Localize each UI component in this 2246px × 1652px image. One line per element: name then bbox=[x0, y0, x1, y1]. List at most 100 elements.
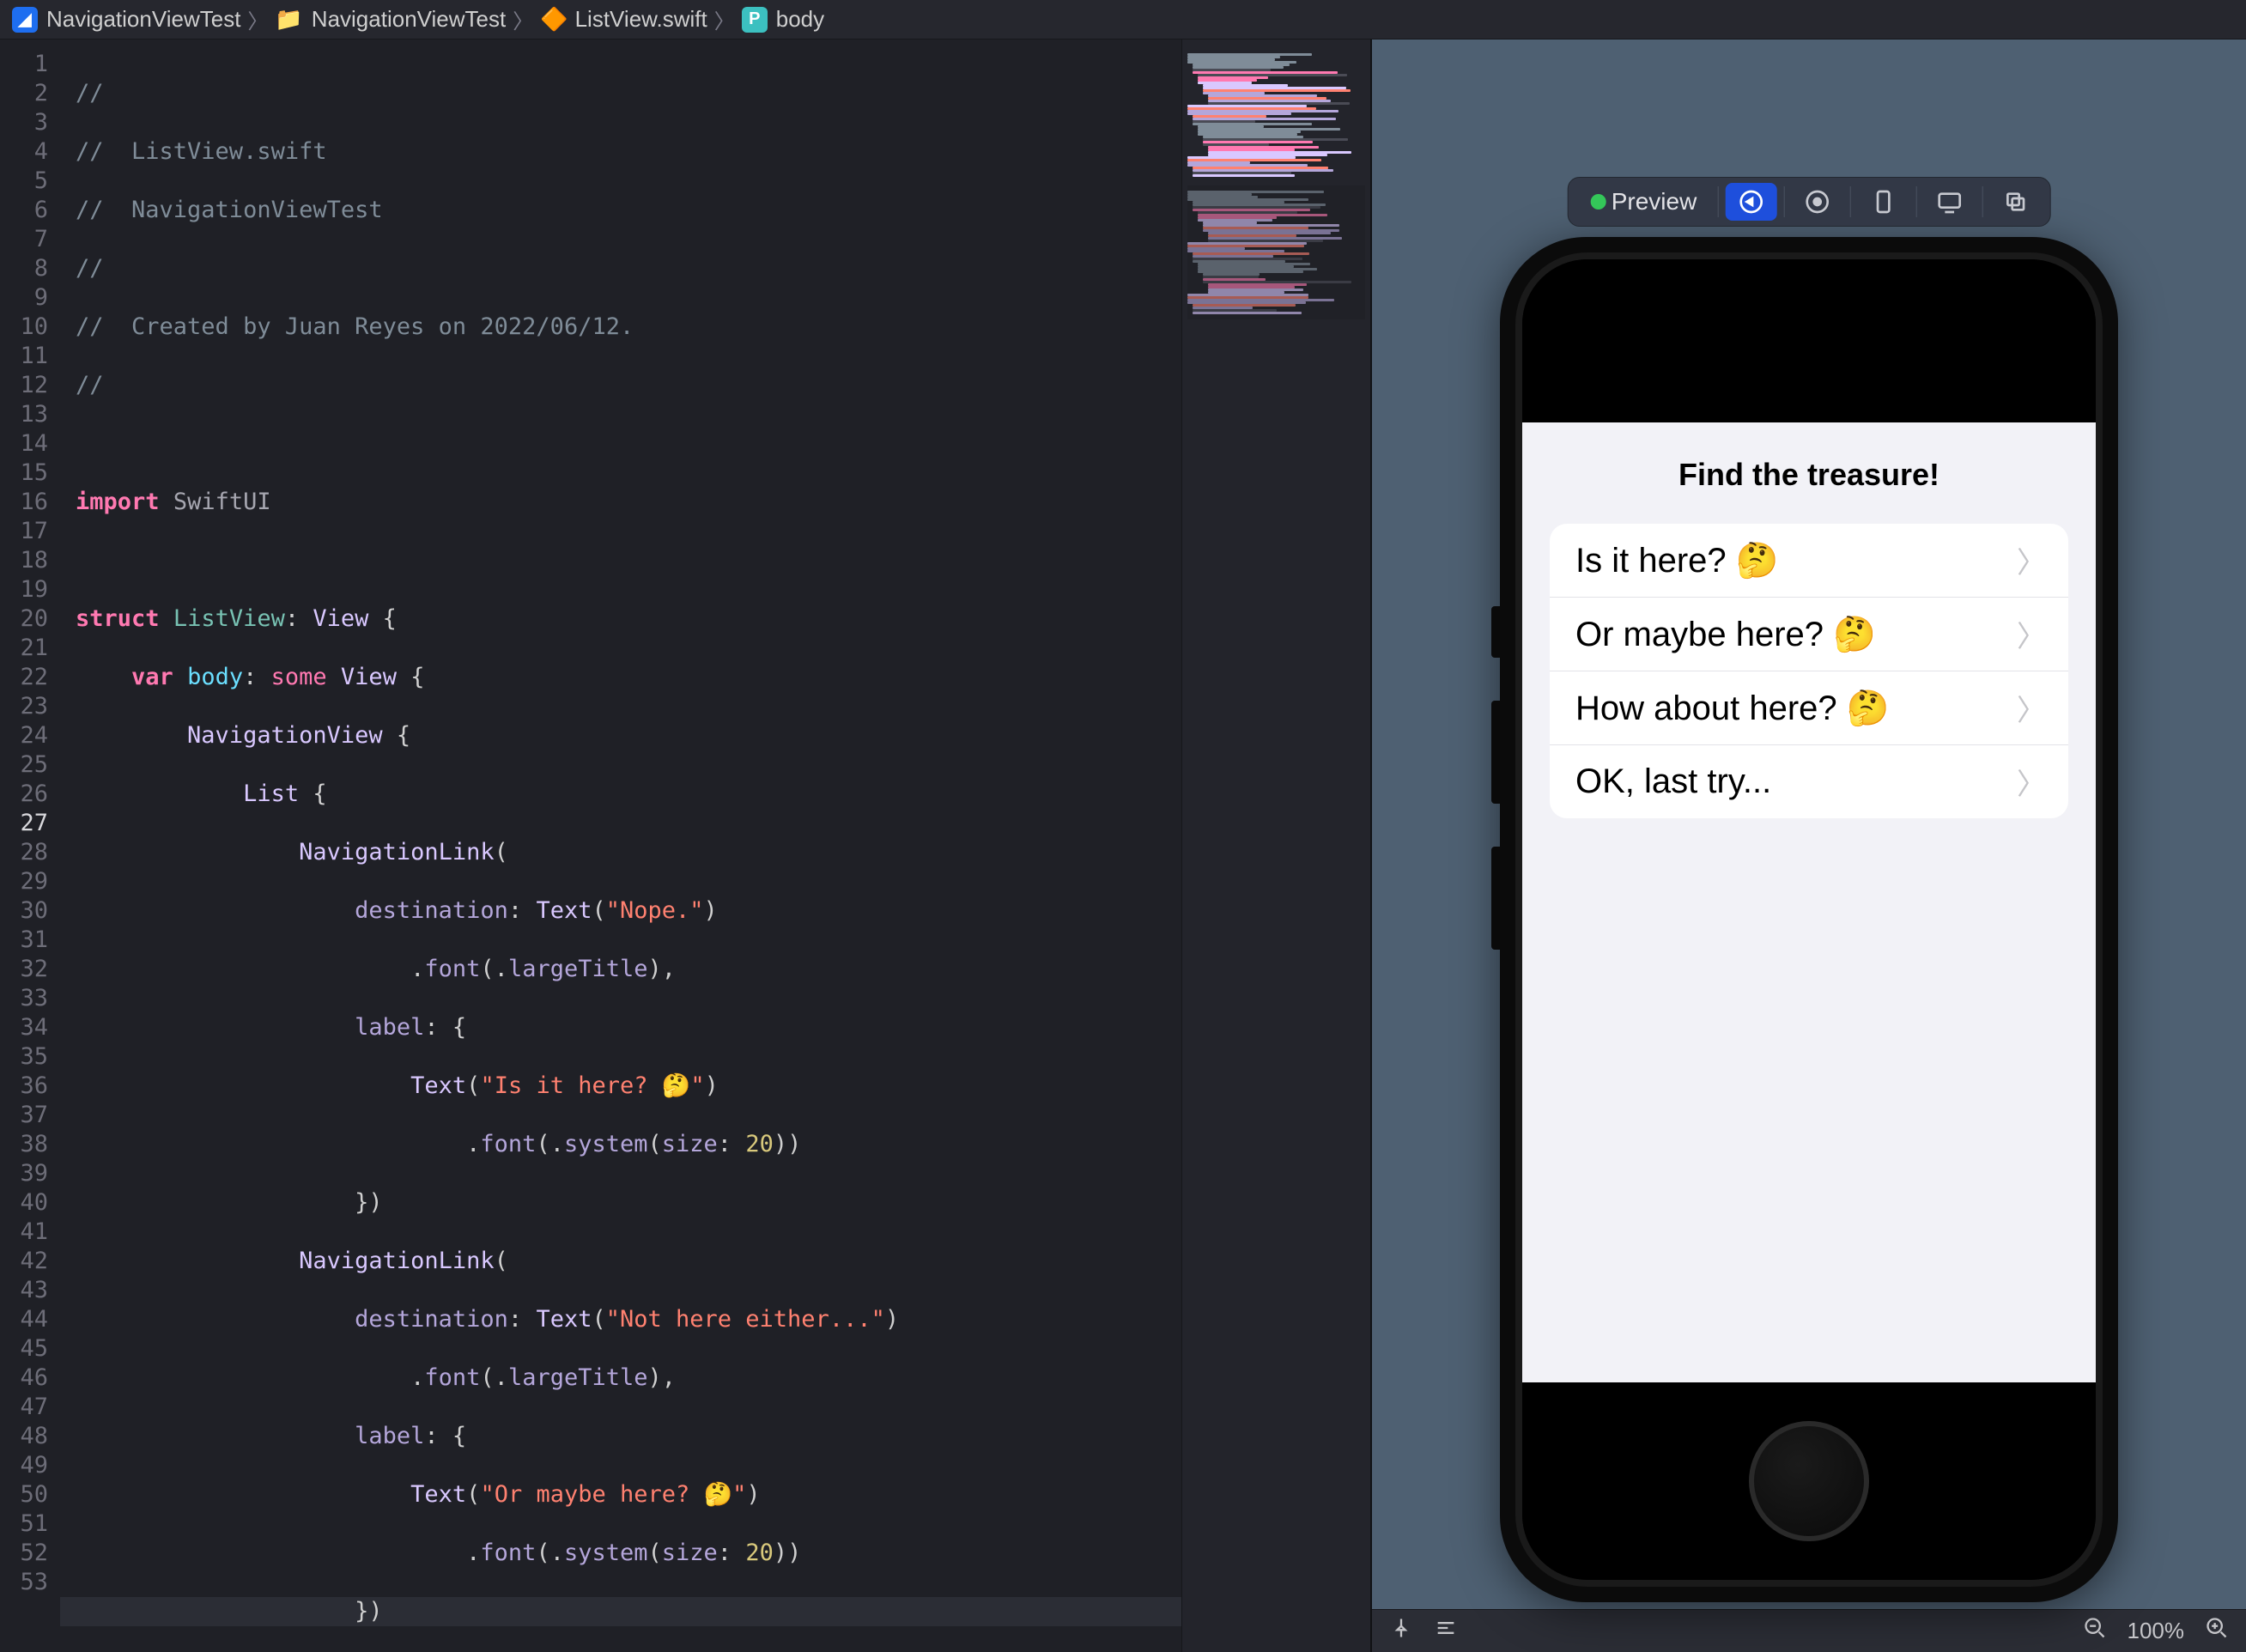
list-row-label: OK, last try... bbox=[1575, 762, 1771, 801]
property-icon: P bbox=[742, 7, 768, 33]
module-name: SwiftUI bbox=[173, 489, 271, 515]
divider bbox=[1717, 186, 1718, 217]
type-name: NavigationLink bbox=[299, 839, 495, 865]
chevron-right-icon: 〉 bbox=[247, 4, 268, 34]
comment: // Created by Juan Reyes on 2022/06/12. bbox=[76, 313, 634, 340]
arg-label: size bbox=[662, 1131, 718, 1157]
comment: // bbox=[76, 80, 104, 106]
protocol-name: View bbox=[341, 664, 397, 690]
keyword: some bbox=[271, 664, 327, 690]
divider bbox=[1783, 186, 1784, 217]
chevron-right-icon: 〉 bbox=[513, 4, 533, 34]
preview-list: Is it here? 🤔 〉 Or maybe here? 🤔 〉 How a… bbox=[1550, 524, 2068, 818]
string-literal: "Or maybe here? 🤔" bbox=[480, 1481, 746, 1508]
zoom-out-button[interactable] bbox=[2083, 1616, 2107, 1646]
enum-case: largeTitle bbox=[508, 956, 648, 982]
type-name: Text bbox=[410, 1072, 466, 1099]
chevron-right-icon: 〉 bbox=[2017, 687, 2046, 729]
list-row-label: Or maybe here? 🤔 bbox=[1575, 614, 1876, 654]
device-screen[interactable]: Find the treasure! Is it here? 🤔 〉 Or ma… bbox=[1522, 422, 2096, 1382]
status-dot-icon bbox=[1591, 194, 1606, 210]
enum-case: largeTitle bbox=[508, 1364, 648, 1391]
code-area[interactable]: // // ListView.swift // NavigationViewTe… bbox=[60, 39, 1181, 1652]
minimap[interactable] bbox=[1181, 39, 1370, 1652]
selectable-button[interactable] bbox=[1791, 183, 1842, 221]
breadcrumb-property-label: body bbox=[776, 6, 824, 33]
home-button[interactable] bbox=[1749, 1421, 1869, 1541]
zoom-level[interactable]: 100% bbox=[2128, 1618, 2185, 1644]
chevron-right-icon: 〉 bbox=[2017, 613, 2046, 655]
device-top-bezel bbox=[1522, 259, 2096, 422]
breadcrumb-file-label: ListView.swift bbox=[575, 6, 707, 33]
project-icon: ◢ bbox=[12, 7, 38, 33]
method-name: font bbox=[480, 1540, 536, 1566]
navigation-title: Find the treasure! bbox=[1522, 422, 2096, 524]
folder-icon: 📁 bbox=[275, 6, 302, 33]
breadcrumb-property[interactable]: P body bbox=[742, 6, 824, 33]
arg-label: destination bbox=[355, 897, 508, 924]
divider bbox=[1915, 186, 1916, 217]
breadcrumb-project-label: NavigationViewTest bbox=[46, 6, 240, 33]
preview-panel: Preview bbox=[1370, 39, 2246, 1652]
preview-bottom-bar: 100% bbox=[1372, 1609, 2246, 1652]
preview-on-device-button[interactable] bbox=[1923, 183, 1975, 221]
comment: // bbox=[76, 372, 104, 398]
number-literal: 20 bbox=[745, 1131, 774, 1157]
comment: // bbox=[76, 255, 104, 282]
arg-label: size bbox=[662, 1540, 718, 1566]
chevron-right-icon: 〉 bbox=[714, 4, 735, 34]
chevron-right-icon: 〉 bbox=[2017, 539, 2046, 581]
preview-status[interactable]: Preview bbox=[1577, 183, 1711, 221]
method-name: system bbox=[564, 1131, 648, 1157]
comment: // ListView.swift bbox=[76, 138, 327, 165]
device-side-buttons bbox=[1491, 606, 1500, 993]
preview-label: Preview bbox=[1612, 188, 1697, 216]
list-row[interactable]: OK, last try... 〉 bbox=[1550, 745, 2068, 818]
line-number-gutter: 1234567891011121314151617181920212223242… bbox=[0, 39, 60, 1652]
string-literal: "Nope." bbox=[606, 897, 704, 924]
type-name: ListView bbox=[173, 605, 285, 632]
pin-preview-button[interactable] bbox=[1389, 1616, 1413, 1646]
duplicate-preview-button[interactable] bbox=[1989, 183, 2041, 221]
type-name: NavigationLink bbox=[299, 1248, 495, 1274]
list-row[interactable]: Is it here? 🤔 〉 bbox=[1550, 524, 2068, 598]
keyword: import bbox=[76, 489, 160, 515]
type-name: NavigationView bbox=[187, 722, 383, 749]
type-name: List bbox=[243, 780, 299, 807]
method-name: font bbox=[424, 1364, 480, 1391]
swift-file-icon: 🔶 bbox=[540, 6, 568, 33]
device-settings-button[interactable] bbox=[1857, 183, 1909, 221]
property-name: body bbox=[187, 664, 243, 690]
comment: // NavigationViewTest bbox=[76, 197, 383, 223]
method-name: font bbox=[480, 1131, 536, 1157]
list-row[interactable]: Or maybe here? 🤔 〉 bbox=[1550, 598, 2068, 671]
list-row[interactable]: How about here? 🤔 〉 bbox=[1550, 671, 2068, 745]
type-name: Text bbox=[410, 1481, 466, 1508]
number-literal: 20 bbox=[745, 1540, 774, 1566]
breadcrumb-file[interactable]: 🔶 ListView.swift bbox=[540, 6, 707, 33]
protocol-name: View bbox=[313, 605, 368, 632]
arg-label: label bbox=[355, 1014, 424, 1041]
list-row-label: How about here? 🤔 bbox=[1575, 688, 1890, 728]
preview-toolbar: Preview bbox=[1568, 177, 2051, 227]
code-editor[interactable]: 1234567891011121314151617181920212223242… bbox=[0, 39, 1370, 1652]
divider bbox=[1849, 186, 1850, 217]
arg-label: label bbox=[355, 1423, 424, 1449]
string-literal: "Is it here? 🤔" bbox=[480, 1072, 704, 1099]
breadcrumb-folder[interactable]: 📁 NavigationViewTest bbox=[275, 6, 506, 33]
device-frame: Find the treasure! Is it here? 🤔 〉 Or ma… bbox=[1500, 237, 2118, 1602]
method-name: font bbox=[424, 956, 480, 982]
chevron-right-icon: 〉 bbox=[2017, 761, 2046, 803]
live-preview-button[interactable] bbox=[1725, 183, 1776, 221]
breadcrumb-folder-label: NavigationViewTest bbox=[312, 6, 506, 33]
breadcrumb: ◢ NavigationViewTest 〉 📁 NavigationViewT… bbox=[0, 0, 2246, 39]
adjust-editor-options-button[interactable] bbox=[1434, 1616, 1458, 1646]
breadcrumb-project[interactable]: ◢ NavigationViewTest bbox=[12, 6, 240, 33]
list-row-label: Is it here? 🤔 bbox=[1575, 540, 1779, 580]
arg-label: destination bbox=[355, 1306, 508, 1333]
zoom-in-button[interactable] bbox=[2205, 1616, 2229, 1646]
device-bottom-bezel bbox=[1522, 1382, 2096, 1580]
string-literal: "Not here either..." bbox=[606, 1306, 885, 1333]
keyword: var bbox=[131, 664, 173, 690]
type-name: Text bbox=[536, 897, 592, 924]
